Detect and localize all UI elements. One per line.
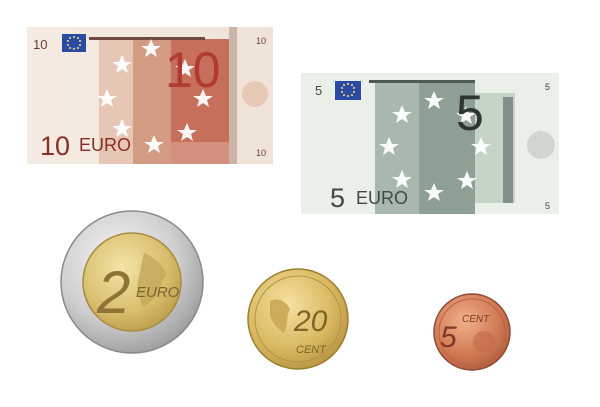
coin-value: 2: [96, 259, 130, 326]
coin-value: 5: [440, 321, 457, 354]
note-caption-currency: EURO: [79, 135, 131, 155]
coin-currency: CENT: [296, 344, 327, 356]
coin-value: 20: [293, 305, 328, 338]
note-hologram: [527, 131, 555, 159]
eu-flag-icon: [335, 81, 361, 100]
twenty-cent-coin: 20 CENT: [247, 268, 349, 370]
note-corner-br: 10: [256, 148, 266, 158]
note-hologram: [242, 81, 268, 107]
coin-currency: EURO: [136, 284, 180, 301]
note-big-numeral: 10: [165, 42, 221, 98]
note-caption-currency: EURO: [356, 188, 408, 208]
eu-flag-icon: [62, 34, 86, 52]
five-cent-coin: 5 CENT: [433, 293, 511, 371]
note-caption-number: 5: [330, 183, 345, 213]
globe-icon: [473, 331, 495, 353]
coin-currency: CENT: [462, 314, 490, 325]
two-euro-coin: 2 EURO: [60, 210, 204, 354]
note-corner-tr: 5: [545, 82, 550, 92]
note-top-bar: [369, 80, 475, 83]
note-panel-bottom: [171, 142, 229, 164]
note-corner-tl: 5: [315, 83, 322, 98]
note-corner-tl: 10: [33, 37, 47, 52]
ten-euro-note: 10 10 10 10 10 EURO: [27, 27, 273, 164]
note-top-bar: [89, 37, 205, 40]
note-big-numeral: 5: [456, 85, 484, 141]
note-foil-strip: [229, 27, 237, 164]
five-euro-note: 5 5 5 5 5 EURO: [301, 73, 559, 214]
note-corner-br: 5: [545, 201, 550, 211]
note-caption-number: 10: [40, 131, 70, 161]
note-corner-tr: 10: [256, 36, 266, 46]
note-foil-strip: [503, 97, 513, 203]
